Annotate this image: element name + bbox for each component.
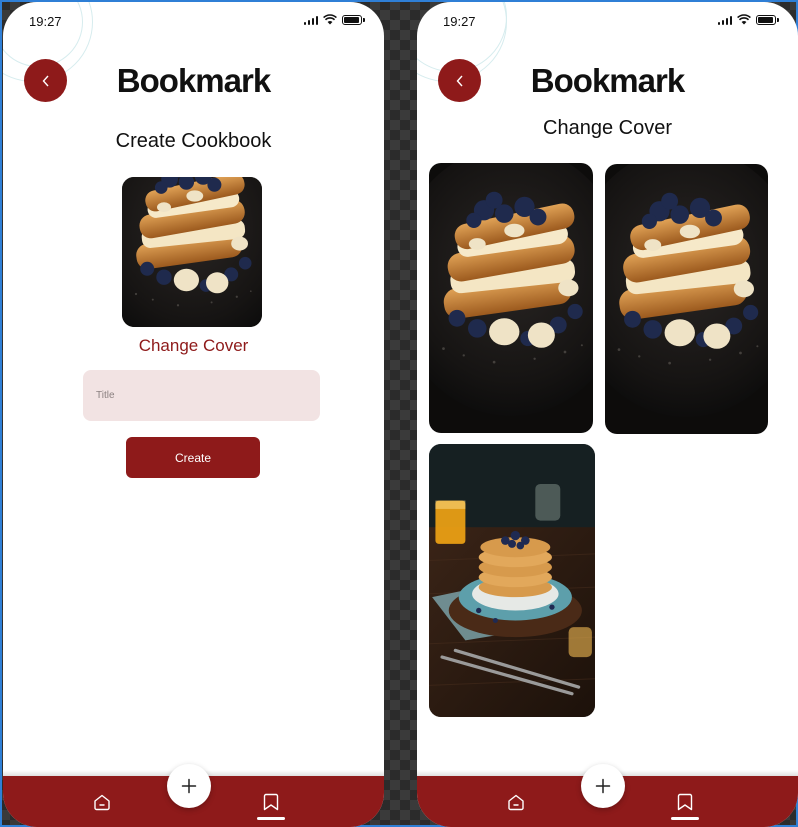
battery-icon [342,14,365,25]
decorative-arc [3,2,83,67]
create-button[interactable]: Create [126,437,260,478]
page-heading: Create Cookbook [115,130,272,152]
cover-option[interactable] [605,164,768,434]
title-field[interactable] [83,370,320,421]
page-heading: Change Cover [543,117,672,139]
cover-option[interactable] [429,444,595,717]
bookmark-icon [263,793,279,811]
change-cover-link[interactable]: Change Cover [3,336,384,356]
signal-icon [717,15,732,25]
bookmark-icon [677,793,693,811]
pancakes-image [429,444,595,717]
french-toast-image [605,164,768,434]
add-icon [595,778,611,794]
create-cookbook-screen: 19:27 Bookmark Create Cookbook Change Co… [3,2,384,827]
status-time: 19:27 [29,14,62,29]
add-button[interactable] [581,764,625,808]
home-icon [508,794,524,811]
status-time: 19:27 [443,14,476,29]
french-toast-image [122,177,262,327]
wifi-icon [737,14,751,25]
signal-icon [303,15,318,25]
cover-option[interactable] [429,163,593,433]
home-nav-button[interactable] [90,790,114,814]
home-nav-button[interactable] [504,790,528,814]
cover-image [122,177,262,327]
active-tab-indicator [257,817,285,820]
active-tab-indicator [671,817,699,820]
app-title: Bookmark [116,62,271,99]
status-icons [717,14,779,25]
app-title: Bookmark [530,62,685,99]
add-button[interactable] [167,764,211,808]
wifi-icon [323,14,337,25]
status-icons [303,14,365,25]
bookmarks-nav-button[interactable] [673,790,697,814]
change-cover-screen: 19:27 Bookmark Change Cover [417,2,798,827]
battery-icon [756,14,779,25]
add-icon [181,778,197,794]
title-input[interactable] [96,390,307,401]
bookmarks-nav-button[interactable] [259,790,283,814]
home-icon [94,794,110,811]
french-toast-image [429,163,593,433]
